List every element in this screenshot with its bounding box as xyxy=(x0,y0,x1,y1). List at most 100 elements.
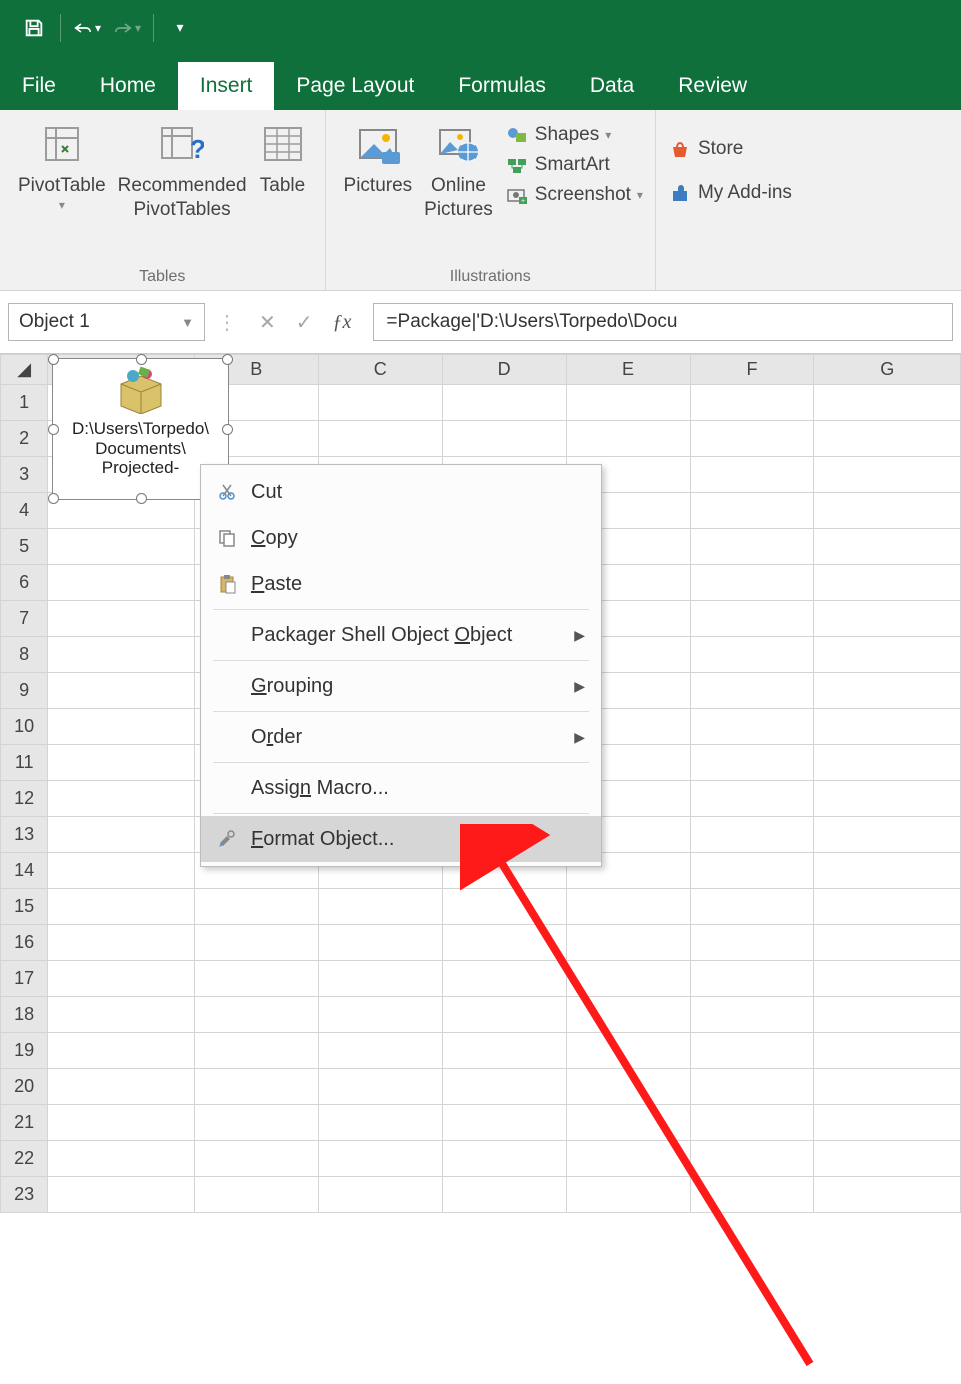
row-header[interactable]: 2 xyxy=(1,421,48,457)
cell[interactable] xyxy=(814,745,961,781)
ctx-cut[interactable]: Cut xyxy=(201,469,601,515)
cell[interactable] xyxy=(48,961,194,997)
cell[interactable] xyxy=(442,1033,566,1069)
cell[interactable] xyxy=(690,565,814,601)
cell[interactable] xyxy=(442,1069,566,1105)
cell[interactable] xyxy=(814,1069,961,1105)
row-header[interactable]: 19 xyxy=(1,1033,48,1069)
cell[interactable] xyxy=(814,637,961,673)
cell[interactable] xyxy=(690,1069,814,1105)
row-header[interactable]: 16 xyxy=(1,925,48,961)
cell[interactable] xyxy=(690,493,814,529)
cell[interactable] xyxy=(318,385,442,421)
cell[interactable] xyxy=(814,889,961,925)
row-header[interactable]: 1 xyxy=(1,385,48,421)
row-header[interactable]: 18 xyxy=(1,997,48,1033)
row-header[interactable]: 5 xyxy=(1,529,48,565)
cell[interactable] xyxy=(690,421,814,457)
cell[interactable] xyxy=(814,673,961,709)
cell[interactable] xyxy=(194,1177,318,1213)
cell[interactable] xyxy=(566,925,690,961)
cell[interactable] xyxy=(318,1105,442,1141)
cell[interactable] xyxy=(814,601,961,637)
cell[interactable] xyxy=(814,457,961,493)
cell[interactable] xyxy=(318,925,442,961)
cell[interactable] xyxy=(690,817,814,853)
row-header[interactable]: 9 xyxy=(1,673,48,709)
cell[interactable] xyxy=(194,925,318,961)
select-all-corner[interactable]: ◢ xyxy=(1,355,48,385)
row-header[interactable]: 6 xyxy=(1,565,48,601)
cell[interactable] xyxy=(690,925,814,961)
cell[interactable] xyxy=(690,1033,814,1069)
cell[interactable] xyxy=(814,1033,961,1069)
tab-home[interactable]: Home xyxy=(78,62,178,110)
resize-handle[interactable] xyxy=(222,424,233,435)
row-header[interactable]: 12 xyxy=(1,781,48,817)
cell[interactable] xyxy=(690,529,814,565)
row-header[interactable]: 10 xyxy=(1,709,48,745)
cell[interactable] xyxy=(566,889,690,925)
cell[interactable] xyxy=(814,817,961,853)
cell[interactable] xyxy=(690,781,814,817)
col-header[interactable]: D xyxy=(442,355,566,385)
ctx-paste[interactable]: Paste xyxy=(201,561,601,607)
cell[interactable] xyxy=(814,1105,961,1141)
cell[interactable] xyxy=(48,1105,194,1141)
cell[interactable] xyxy=(318,421,442,457)
resize-handle[interactable] xyxy=(136,354,147,365)
ctx-copy[interactable]: Copy xyxy=(201,515,601,561)
cell[interactable] xyxy=(194,1069,318,1105)
cell[interactable] xyxy=(48,997,194,1033)
resize-handle[interactable] xyxy=(48,493,59,504)
cell[interactable] xyxy=(48,709,194,745)
cell[interactable] xyxy=(814,529,961,565)
tab-data[interactable]: Data xyxy=(568,62,656,110)
cell[interactable] xyxy=(690,853,814,889)
cell[interactable] xyxy=(194,961,318,997)
cell[interactable] xyxy=(814,925,961,961)
row-header[interactable]: 3 xyxy=(1,457,48,493)
cell[interactable] xyxy=(566,1177,690,1213)
cell[interactable] xyxy=(48,637,194,673)
cell[interactable] xyxy=(318,997,442,1033)
cell[interactable] xyxy=(566,1069,690,1105)
cell[interactable] xyxy=(566,961,690,997)
name-box[interactable]: Object 1 ▼ xyxy=(8,303,205,341)
smartart-button[interactable]: SmartArt xyxy=(505,154,643,176)
row-header[interactable]: 13 xyxy=(1,817,48,853)
cell[interactable] xyxy=(814,493,961,529)
cell[interactable] xyxy=(690,1141,814,1177)
pictures-button[interactable]: Pictures xyxy=(344,120,413,198)
cell[interactable] xyxy=(48,673,194,709)
cell[interactable] xyxy=(442,1141,566,1177)
customize-qat-icon[interactable]: ▾ xyxy=(166,14,194,42)
cell[interactable] xyxy=(318,1141,442,1177)
cell[interactable] xyxy=(442,421,566,457)
cell[interactable] xyxy=(194,1033,318,1069)
table-button[interactable]: Table xyxy=(259,120,307,198)
cell[interactable] xyxy=(566,1105,690,1141)
cell[interactable] xyxy=(814,565,961,601)
cell[interactable] xyxy=(566,421,690,457)
tab-file[interactable]: File xyxy=(0,62,78,110)
row-header[interactable]: 15 xyxy=(1,889,48,925)
resize-handle[interactable] xyxy=(48,424,59,435)
col-header[interactable]: E xyxy=(566,355,690,385)
store-button[interactable]: Store xyxy=(668,138,743,160)
cell[interactable] xyxy=(814,961,961,997)
cell[interactable] xyxy=(48,889,194,925)
cell[interactable] xyxy=(690,457,814,493)
cell[interactable] xyxy=(442,385,566,421)
cell[interactable] xyxy=(690,385,814,421)
recommended-pivot-button[interactable]: ? Recommended PivotTables xyxy=(118,120,247,222)
cell[interactable] xyxy=(566,997,690,1033)
cell[interactable] xyxy=(690,1105,814,1141)
cell[interactable] xyxy=(814,1177,961,1213)
tab-page-layout[interactable]: Page Layout xyxy=(274,62,436,110)
cell[interactable] xyxy=(48,745,194,781)
cell[interactable] xyxy=(48,1177,194,1213)
cell[interactable] xyxy=(690,961,814,997)
cell[interactable] xyxy=(48,601,194,637)
row-header[interactable]: 4 xyxy=(1,493,48,529)
